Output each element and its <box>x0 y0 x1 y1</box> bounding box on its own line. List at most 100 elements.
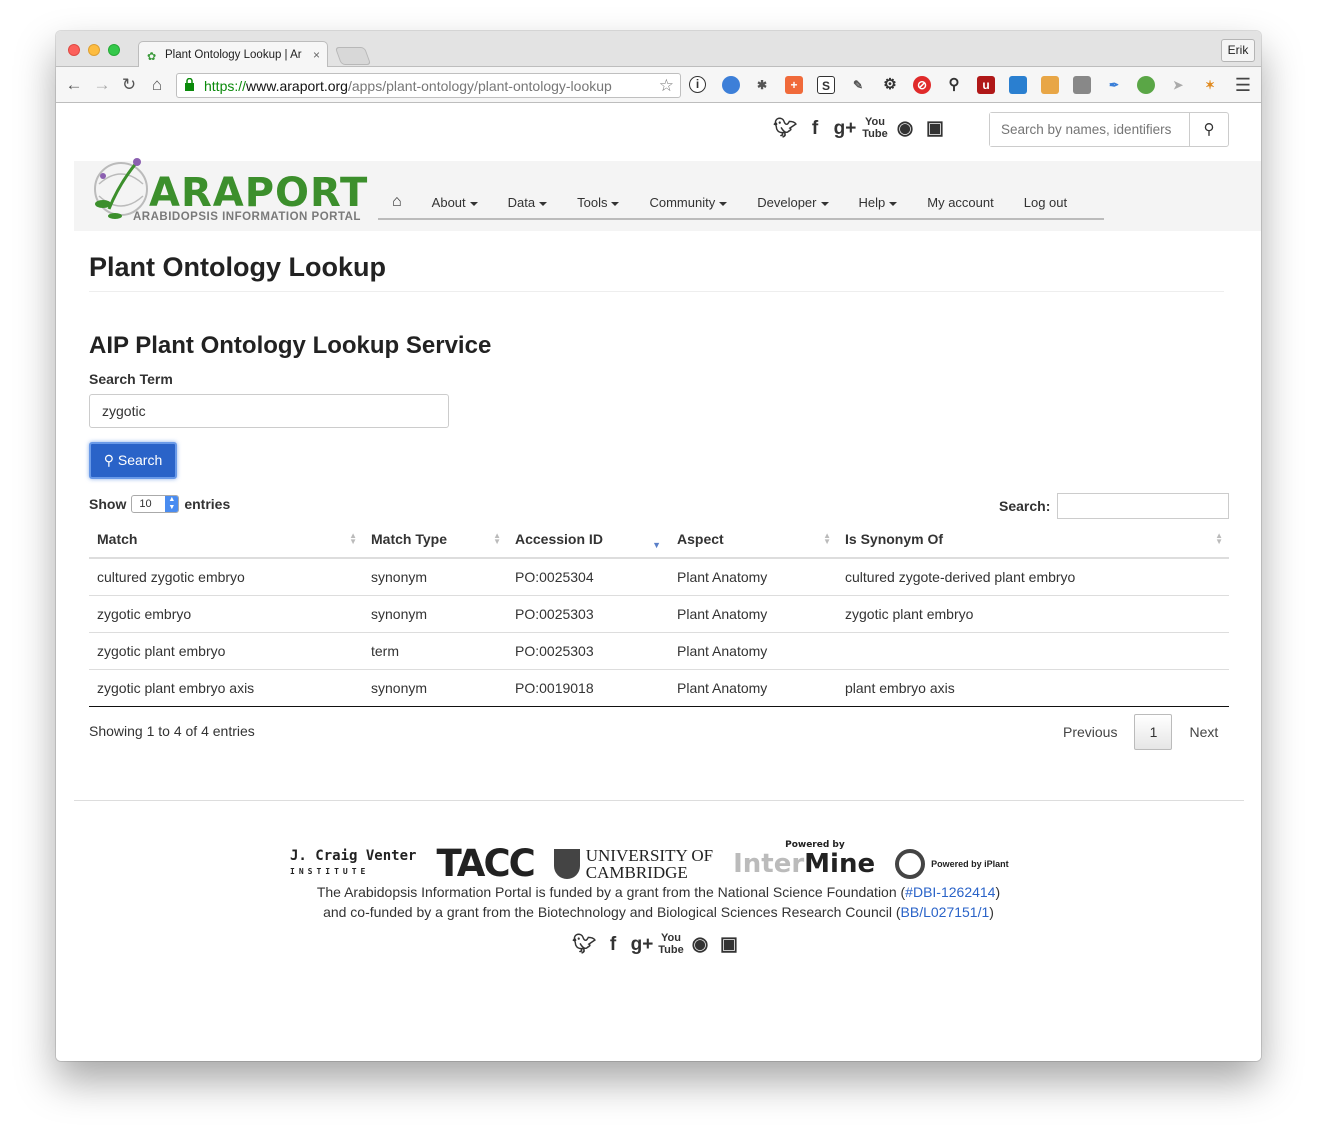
araport-logo[interactable]: ARAPORT ARABIDOPSIS INFORMATION PORTAL <box>89 154 374 230</box>
gear-extension-icon[interactable]: ⚙ <box>881 76 899 94</box>
nav-item-community[interactable]: Community <box>634 187 742 218</box>
column-header-label: Match Type <box>371 531 447 547</box>
nav-item-developer[interactable]: Developer <box>742 187 843 218</box>
cell-accession-id: PO:0025303 <box>507 595 669 633</box>
sort-both-icon: ▲ ▼ <box>1215 531 1223 546</box>
slideshare-icon[interactable]: ▣ <box>716 932 742 958</box>
funding-line-2: and co-funded by a grant from the Biotec… <box>56 902 1261 922</box>
youtube-icon[interactable]: You Tube <box>862 116 888 142</box>
jcvi-name: J. Craig Venter <box>290 847 417 864</box>
intermine-logo[interactable]: Powered by InterMine <box>733 840 875 879</box>
iplant-text: Powered by iPlant <box>931 858 1009 869</box>
color-extension-icon[interactable] <box>1137 76 1155 94</box>
github-icon[interactable]: ◉ <box>892 116 918 142</box>
column-header-match-type[interactable]: Match Type ▲ ▼ <box>363 521 507 559</box>
square-extension-icon[interactable] <box>1073 76 1091 94</box>
jcvi-logo[interactable]: J. Craig Venter INSTITUTE <box>290 847 417 879</box>
caret-down-icon <box>820 201 829 206</box>
bbsrc-grant-link[interactable]: BB/L027151/1 <box>901 904 990 920</box>
reload-icon[interactable]: ↻ <box>119 75 139 95</box>
site-search-button[interactable]: ⚲ <box>1189 113 1228 146</box>
adobe-extension-icon[interactable]: ⊘ <box>913 76 931 94</box>
browser-tab[interactable]: ✿ Plant Ontology Lookup | Ar × <box>138 41 328 68</box>
nav-label: Developer <box>757 195 817 210</box>
minimize-window-button[interactable] <box>88 44 100 56</box>
magnifier-extension-icon[interactable]: ⚲ <box>945 76 963 94</box>
back-icon[interactable]: ← <box>64 75 84 95</box>
funding-text: and co-funded by a grant from the Biotec… <box>323 904 901 920</box>
footer-social-links: 🐦︎ f g+ You Tube ◉ ▣ <box>571 932 742 958</box>
nav-home-icon[interactable]: ⌂ <box>378 187 417 218</box>
info-extension-icon[interactable]: i <box>689 76 706 93</box>
face-extension-icon[interactable] <box>1041 76 1059 94</box>
search-term-label: Search Term <box>89 371 173 387</box>
twitter-icon[interactable]: 🐦︎ <box>571 932 597 958</box>
column-header-label: Match <box>97 531 138 547</box>
tab-close-icon[interactable]: × <box>313 48 320 62</box>
ublock-extension-icon[interactable]: u <box>977 76 995 94</box>
bug-extension-icon[interactable]: ✱ <box>753 76 771 94</box>
sort-both-icon: ▲ ▼ <box>823 531 831 546</box>
twitter-icon[interactable]: 🐦︎ <box>772 116 798 142</box>
column-header-match[interactable]: Match ▲ ▼ <box>89 521 363 559</box>
plus-extension-icon[interactable]: + <box>785 76 803 94</box>
nav-item-about[interactable]: About <box>417 187 493 218</box>
iplant-logo[interactable]: Powered by iPlant <box>895 848 1009 879</box>
nav-label: About <box>431 195 466 210</box>
caret-down-icon <box>889 201 898 206</box>
nav-item-my-account[interactable]: My account <box>912 187 1008 218</box>
new-tab-button[interactable] <box>334 47 372 65</box>
column-header-is-synonym-of[interactable]: Is Synonym Of ▲ ▼ <box>837 521 1229 559</box>
column-header-aspect[interactable]: Aspect ▲ ▼ <box>669 521 837 559</box>
column-header-label: Accession ID <box>515 531 603 547</box>
star-extension-icon[interactable]: ✶ <box>1201 76 1219 94</box>
cambridge-logo[interactable]: UNIVERSITY OF CAMBRIDGE <box>553 847 713 881</box>
pin-extension-icon[interactable]: ✎ <box>849 76 867 94</box>
slideshare-icon[interactable]: ▣ <box>922 116 948 142</box>
nav-item-data[interactable]: Data <box>493 187 562 218</box>
zoom-window-button[interactable] <box>108 44 120 56</box>
table-info: Showing 1 to 4 of 4 entries <box>89 723 255 739</box>
table-header-row: Match ▲ ▼ Match Type ▲ ▼ Accession ID ▼ Aspec… <box>89 521 1229 559</box>
github-icon[interactable]: ◉ <box>687 932 713 958</box>
browser-menu-icon[interactable]: ☰ <box>1235 75 1251 96</box>
jcvi-subtitle: INSTITUTE <box>290 866 370 876</box>
cell-match-type: synonym <box>363 595 507 633</box>
facebook-icon[interactable]: f <box>802 116 828 142</box>
tacc-logo[interactable]: TACC <box>436 842 535 885</box>
nav-item-tools[interactable]: Tools <box>562 187 634 218</box>
nav-item-log-out[interactable]: Log out <box>1009 187 1082 218</box>
site-search-input[interactable] <box>990 113 1189 146</box>
bookmark-star-icon[interactable]: ☆ <box>659 76 674 96</box>
column-header-accession-id[interactable]: Accession ID ▼ <box>507 521 669 559</box>
cell-accession-id: PO:0019018 <box>507 669 669 707</box>
arrow-extension-icon[interactable]: ➤ <box>1169 76 1187 94</box>
chrome-extension-icon[interactable] <box>722 76 740 94</box>
current-page-button[interactable]: 1 <box>1134 714 1173 750</box>
page-length-select[interactable]: 10 ▲ ▼ <box>131 495 180 513</box>
google-plus-icon[interactable]: g+ <box>832 116 858 142</box>
close-window-button[interactable] <box>68 44 80 56</box>
box-extension-icon[interactable] <box>1009 76 1027 94</box>
facebook-icon[interactable]: f <box>600 932 626 958</box>
feather-extension-icon[interactable]: ✒ <box>1105 76 1123 94</box>
previous-page-button[interactable]: Previous <box>1046 724 1134 740</box>
funding-text: ) <box>995 884 1001 900</box>
caret-down-icon <box>719 201 728 206</box>
address-bar[interactable]: https://www.araport.org/apps/plant-ontol… <box>176 73 681 98</box>
forward-icon[interactable]: → <box>92 75 112 95</box>
filter-input[interactable] <box>1057 493 1230 519</box>
nsf-grant-link[interactable]: #DBI-1262414 <box>905 884 995 900</box>
search-term-input[interactable] <box>89 394 449 428</box>
next-page-button[interactable]: Next <box>1172 724 1235 740</box>
youtube-icon[interactable]: You Tube <box>658 932 684 958</box>
partner-logos: J. Craig Venter INSTITUTE TACC UNIVERSIT… <box>290 840 1009 886</box>
footer-divider <box>74 800 1244 801</box>
google-plus-icon[interactable]: g+ <box>629 932 655 958</box>
profile-button[interactable]: Erik <box>1221 39 1255 62</box>
s-extension-icon[interactable]: S <box>817 76 835 94</box>
search-icon: ⚲ <box>1203 121 1215 138</box>
search-button[interactable]: ⚲ Search <box>89 442 177 479</box>
nav-item-help[interactable]: Help <box>844 187 913 218</box>
home-icon[interactable]: ⌂ <box>147 75 167 95</box>
